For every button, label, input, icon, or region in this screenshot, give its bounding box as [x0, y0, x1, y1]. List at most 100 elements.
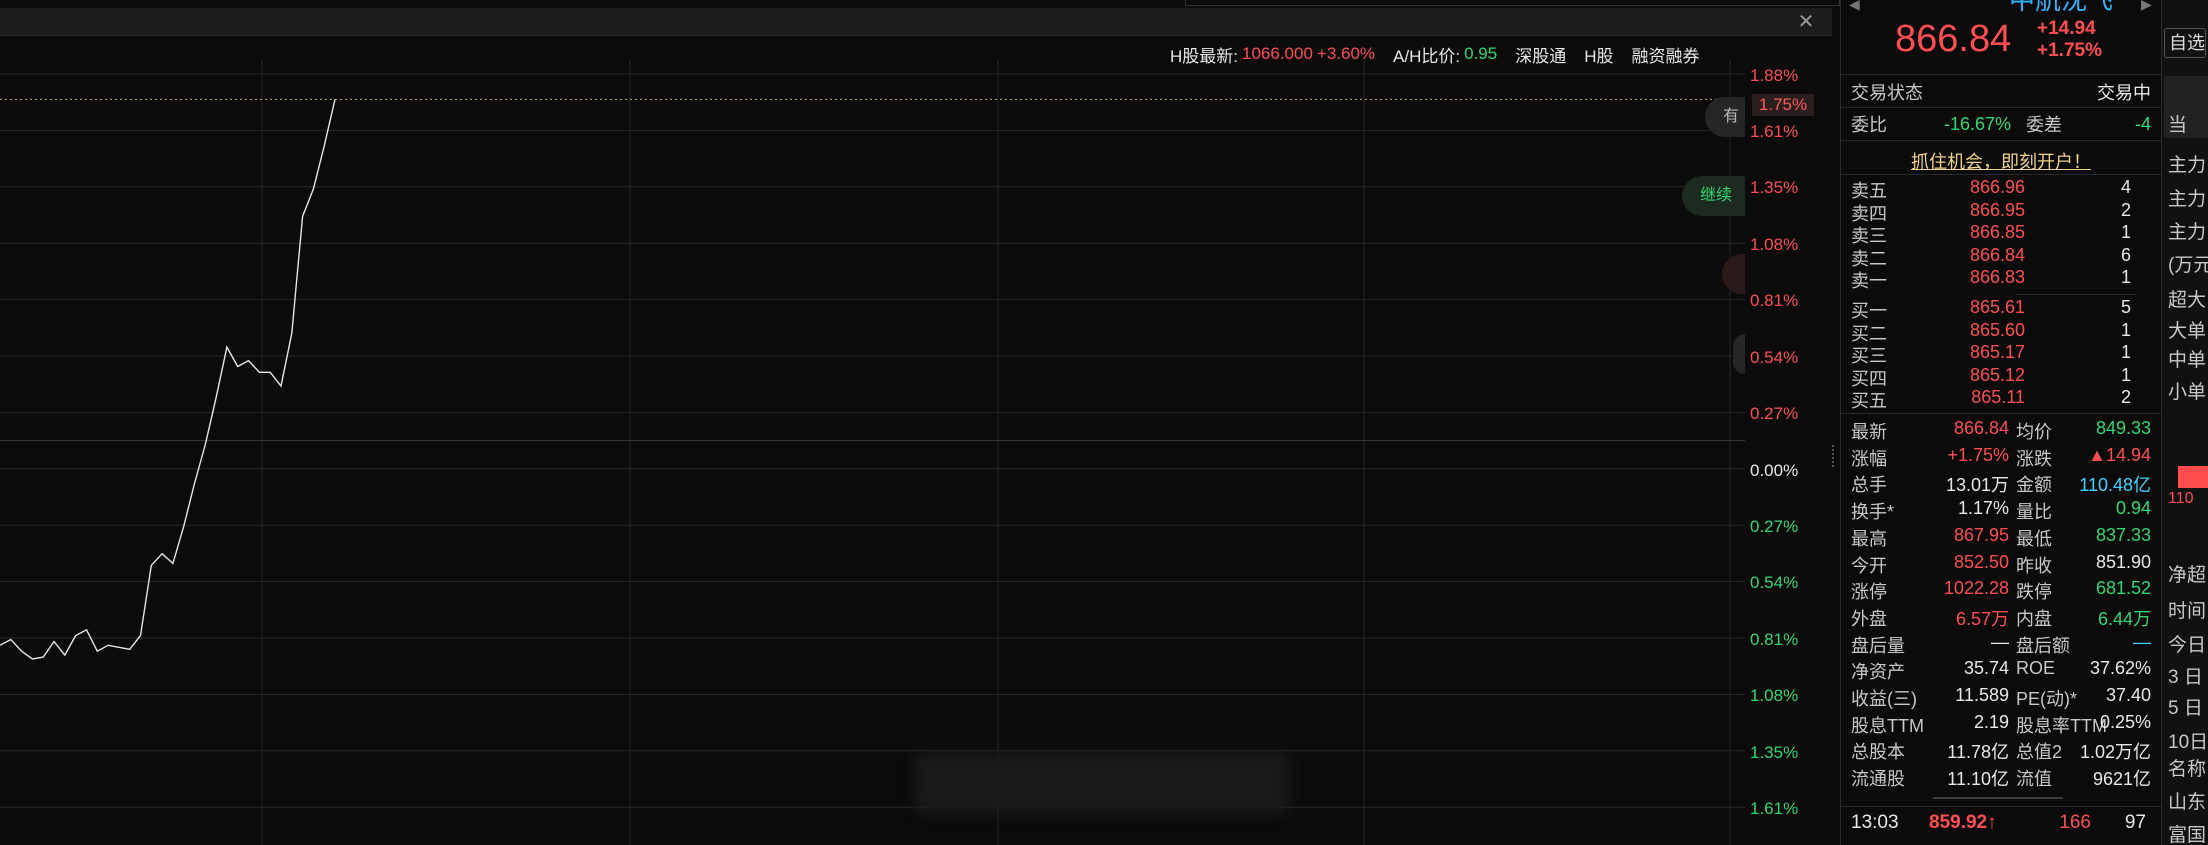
side-item[interactable]: 净超	[2168, 560, 2206, 587]
chart-title-bar	[0, 8, 1832, 36]
pct-axis-label: 1.88%	[1750, 66, 1799, 85]
float-button-you[interactable]: 有	[1705, 97, 1745, 137]
stat-label: 换手*	[1851, 502, 1895, 523]
change-pct: +1.75%	[2037, 40, 2102, 61]
stat-row: 今开 852.50 昨收 851.90	[1851, 552, 2153, 578]
ask-vol: 6	[2120, 244, 2131, 265]
price-line-chart[interactable]	[0, 60, 1745, 845]
stat-row: 收益(三) 11.589 PE(动)* 37.40	[1851, 685, 2153, 711]
stat-row: 涨幅 +1.75% 涨跌 ▲14.94	[1851, 445, 2153, 471]
ask-row[interactable]: 卖五 866.96 4	[1851, 177, 2143, 201]
bid-row[interactable]: 买五 865.11 2	[1851, 387, 2143, 411]
side-item[interactable]: 主力	[2168, 184, 2206, 211]
stat-value: 849.33	[2095, 418, 2151, 438]
float-button-gray[interactable]	[1733, 334, 1745, 374]
stock-name: 中航沈飞	[2009, 0, 2114, 15]
side-item[interactable]: (万元	[2168, 250, 2208, 277]
float-button-continue[interactable]: 继续	[1682, 176, 1745, 216]
side-item[interactable]: 主力	[2168, 150, 2206, 177]
watchlist-button[interactable]: 自选	[2164, 28, 2206, 58]
stat-label: 最高	[1851, 528, 1887, 549]
flow-bar	[2178, 466, 2208, 488]
stat-label: 总手	[1851, 475, 1887, 496]
side-item[interactable]: 主力	[2168, 217, 2206, 244]
stat-value: 851.90	[2095, 551, 2151, 572]
next-stock-icon[interactable]: ▶	[2141, 0, 2152, 13]
ask-row[interactable]: 卖四 866.95 2	[1851, 199, 2143, 224]
close-icon[interactable]: ✕	[1795, 11, 1817, 33]
bid-price: 865.17	[1969, 342, 2025, 363]
stat-label: 涨停	[1851, 582, 1887, 603]
stat-value: 0.94	[2115, 498, 2151, 519]
trade-status-row: 交易状态 交易中	[1851, 79, 2151, 105]
bid-row[interactable]: 买三 865.17 1	[1851, 342, 2143, 366]
stat-value: +1.75%	[1947, 444, 2009, 465]
stat-value: 681.52	[2095, 578, 2151, 599]
side-item[interactable]: 今日	[2168, 630, 2206, 657]
ask-vol: 4	[2120, 177, 2131, 197]
bid-row[interactable]: 买一 865.61 5	[1851, 297, 2143, 321]
mini-scrollbar[interactable]	[1933, 797, 2063, 805]
bid-row[interactable]: 买二 865.60 1	[1851, 320, 2143, 344]
side-item[interactable]: 小单	[2168, 377, 2206, 404]
current-pct-badge: 1.75%	[1752, 94, 1814, 116]
weibi-value: -16.67%	[1943, 113, 2011, 134]
prev-stock-icon[interactable]: ◀	[1849, 0, 1860, 13]
bid-row[interactable]: 买四 865.12 1	[1851, 364, 2143, 389]
pct-axis-zero-label: 0.00%	[1750, 461, 1799, 480]
stat-label: 今开	[1851, 555, 1887, 576]
side-item[interactable]: 110	[2168, 490, 2194, 508]
bid-label: 买五	[1851, 391, 1887, 412]
bid-price: 865.11	[1971, 387, 2025, 408]
blurred-watermark	[915, 752, 1290, 814]
divider	[1841, 74, 2161, 75]
ask-price: 866.96	[1969, 177, 2025, 197]
side-item[interactable]: 10日	[2168, 727, 2208, 754]
stat-row: 外盘 6.57万 内盘 6.44万	[1851, 605, 2153, 631]
side-item[interactable]: 时间	[2168, 596, 2206, 623]
open-account-link[interactable]: 抓住机会，即刻开户！	[1841, 148, 2161, 174]
side-item[interactable]: 3 日	[2168, 662, 2203, 689]
divider	[1841, 140, 2161, 141]
bid-vol: 1	[2120, 342, 2131, 363]
side-item[interactable]: 大单	[2168, 316, 2206, 343]
stat-value: 837.33	[2095, 524, 2151, 545]
stat-row: 最新 866.84 均价 849.33	[1851, 418, 2153, 444]
ask-vol: 2	[2120, 199, 2131, 220]
stat-value: 0.25%	[2099, 711, 2151, 732]
price-series-line	[0, 99, 336, 660]
quote-panel: ◀ 中航沈飞 ▶ 866.84 +14.94 +1.75% 交易状态 交易中 委…	[1840, 0, 2162, 845]
ask-row[interactable]: 卖一 866.83 1	[1851, 267, 2143, 291]
pct-axis-label: 0.81%	[1750, 291, 1799, 310]
side-item[interactable]: 5 日	[2168, 693, 2203, 720]
stat-value: 852.50	[1953, 551, 2009, 572]
stat-value: 1.17%	[1957, 498, 2009, 519]
bid-vol: 1	[2120, 364, 2131, 385]
side-item[interactable]: 超大	[2168, 285, 2206, 312]
ask-row[interactable]: 卖三 866.85 1	[1851, 222, 2143, 246]
ask-vol: 1	[2120, 267, 2131, 288]
quote-header: ◀ 中航沈飞 ▶ 866.84 +14.94 +1.75%	[1841, 0, 2161, 72]
panel-resize-handle[interactable]	[1832, 445, 1839, 467]
stat-value: 2.19	[1973, 711, 2009, 732]
stat-value: 11.10亿	[1947, 769, 2009, 790]
bid-price: 865.12	[1969, 364, 2025, 385]
ask-row[interactable]: 卖二 866.84 6	[1851, 244, 2143, 269]
side-item[interactable]: 中单	[2168, 345, 2206, 372]
side-item[interactable]: 富国	[2168, 820, 2206, 845]
side-item[interactable]: 当	[2168, 110, 2187, 137]
trade-status-label: 交易状态	[1851, 83, 1923, 103]
stat-label: 涨幅	[1851, 448, 1887, 469]
pct-axis-label: 1.61%	[1750, 122, 1799, 141]
pct-axis-label: 0.54%	[1750, 348, 1799, 367]
capital-flow-panel: 自选 当主力 主力 主力 (万元 超大 大单 中单 小单 110 净超 时间 今日 3 日5 日 10日名…	[2162, 0, 2208, 845]
divider	[1841, 806, 2161, 807]
stat-label: 最新	[1851, 422, 1887, 442]
side-item[interactable]: 名称	[2168, 754, 2206, 781]
stat-value: 11.78亿	[1947, 742, 2009, 763]
stat-value: 37.40	[2105, 685, 2151, 705]
stat-value: 13.01万	[1945, 475, 2009, 496]
side-item[interactable]: 山东	[2168, 787, 2206, 814]
ask-vol: 1	[2120, 222, 2131, 243]
stat-value: 6.57万	[1955, 608, 2009, 629]
